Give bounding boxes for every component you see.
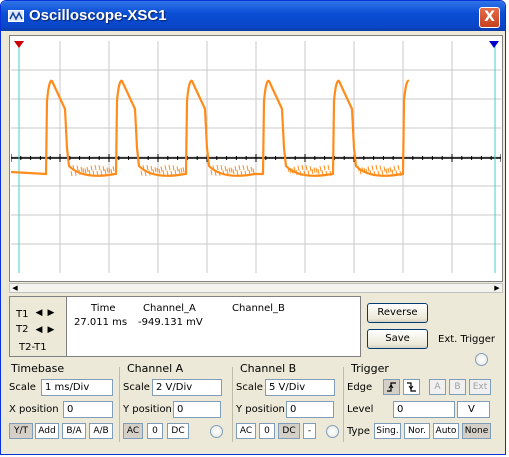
display-scrollbar[interactable]: ◀ ▶ <box>9 283 503 293</box>
channel-b-zero-button[interactable]: 0 <box>259 423 275 439</box>
rising-edge-button[interactable] <box>383 379 400 395</box>
type-label: Type <box>347 426 370 437</box>
scope-display[interactable] <box>11 41 501 273</box>
type-none-button[interactable]: None <box>462 423 491 439</box>
channel-a-value: -949.131 mV <box>138 317 203 328</box>
group-divider <box>232 367 233 442</box>
close-button[interactable]: X <box>479 7 500 28</box>
save-button[interactable]: Save <box>367 329 428 349</box>
channel-a-ypos-field[interactable]: 0 <box>173 401 221 418</box>
trigger-source-b-button[interactable]: B <box>449 379 466 395</box>
mode-ab-button[interactable]: A/B <box>89 423 113 439</box>
channel-b-invert-button[interactable]: - <box>303 423 316 439</box>
level-label: Level <box>347 404 374 415</box>
time-header: Time <box>91 303 116 314</box>
channel-b-scale-label: Scale <box>236 382 263 393</box>
timebase-title: Timebase <box>11 362 65 375</box>
mode-ba-button[interactable]: B/A <box>62 423 86 439</box>
trigger-source-ext-button[interactable]: Ext <box>469 379 491 395</box>
channel-b-ypos-field[interactable]: 0 <box>286 401 334 418</box>
channel-b-ypos-label: Y position <box>236 404 285 415</box>
t2-right-arrow-icon[interactable]: ▶ <box>45 324 57 336</box>
channel-a-terminal[interactable] <box>210 425 223 438</box>
channel-a-dc-button[interactable]: DC <box>167 423 189 439</box>
mode-add-button[interactable]: Add <box>35 423 59 439</box>
reverse-button[interactable]: Reverse <box>367 303 428 323</box>
channel-a-ac-button[interactable]: AC <box>123 423 143 439</box>
edge-label: Edge <box>347 382 373 393</box>
timebase-scale-field[interactable]: 1 ms/Div <box>41 379 113 396</box>
type-single-button[interactable]: Sing. <box>374 423 401 439</box>
t1-right-arrow-icon[interactable]: ▶ <box>45 307 57 319</box>
time-value: 27.011 ms <box>74 317 128 328</box>
x-position-label: X position <box>9 404 59 415</box>
type-auto-button[interactable]: Auto <box>433 423 459 439</box>
channel-b-header: Channel_B <box>232 303 285 314</box>
falling-edge-icon <box>407 382 416 392</box>
channel-b-terminal[interactable] <box>326 425 339 438</box>
scroll-right-icon[interactable]: ▶ <box>492 284 502 292</box>
scroll-left-icon[interactable]: ◀ <box>10 284 20 292</box>
title-bar[interactable]: Oscilloscope-XSC1 X <box>1 1 505 31</box>
trigger-group: Trigger Edge A B Ext Level 0 V Type Sing… <box>345 362 495 442</box>
channel-b-dc-button[interactable]: DC <box>278 423 300 439</box>
mode-yt-button[interactable]: Y/T <box>9 423 33 439</box>
ext-trigger-label: Ext. Trigger <box>438 334 496 345</box>
trigger-level-field[interactable]: 0 <box>393 401 455 418</box>
channel-a-zero-button[interactable]: 0 <box>147 423 163 439</box>
measurement-readout: T1 ◀ ▶ T2 ◀ ▶ T2-T1 Time Channel_A Chann… <box>9 296 361 357</box>
falling-edge-button[interactable] <box>403 379 420 395</box>
channel-a-title: Channel A <box>127 362 184 375</box>
t2-left-arrow-icon[interactable]: ◀ <box>33 324 45 336</box>
rising-edge-icon <box>387 382 396 392</box>
timebase-group: Timebase Scale 1 ms/Div X position 0 Y/T… <box>7 362 117 442</box>
t2-t1-label: T2-T1 <box>19 342 47 353</box>
channel-a-scale-field[interactable]: 2 V/Div <box>152 379 222 396</box>
t1-label: T1 <box>16 309 29 320</box>
oscilloscope-app-icon <box>8 10 24 22</box>
timebase-scale-label: Scale <box>9 382 36 393</box>
trigger-title: Trigger <box>351 362 389 375</box>
channel-b-group: Channel B Scale 5 V/Div Y position 0 AC … <box>234 362 344 442</box>
group-divider <box>343 367 344 442</box>
trigger-level-unit[interactable]: V <box>457 401 490 418</box>
window-title: Oscilloscope-XSC1 <box>29 7 167 24</box>
group-divider <box>119 367 120 442</box>
t1-left-arrow-icon[interactable]: ◀ <box>33 307 45 319</box>
channel-a-ypos-label: Y position <box>123 404 172 415</box>
channel-a-header: Channel_A <box>143 303 196 314</box>
trigger-source-a-button[interactable]: A <box>429 379 446 395</box>
channel-b-ac-button[interactable]: AC <box>236 423 256 439</box>
close-icon: X <box>484 9 495 25</box>
channel-b-title: Channel B <box>240 362 297 375</box>
oscilloscope-window: Oscilloscope-XSC1 X ◀ ▶ T1 ◀ ▶ T2 ◀ ▶ T2… <box>0 0 506 455</box>
channel-a-group: Channel A Scale 2 V/Div Y position 0 AC … <box>121 362 231 442</box>
x-position-field[interactable]: 0 <box>63 401 113 418</box>
type-normal-button[interactable]: Nor. <box>404 423 430 439</box>
t2-label: T2 <box>16 324 29 335</box>
channel-b-scale-field[interactable]: 5 V/Div <box>265 379 335 396</box>
cursor-controls: T1 ◀ ▶ T2 ◀ ▶ T2-T1 <box>10 297 67 356</box>
channel-a-scale-label: Scale <box>123 382 150 393</box>
